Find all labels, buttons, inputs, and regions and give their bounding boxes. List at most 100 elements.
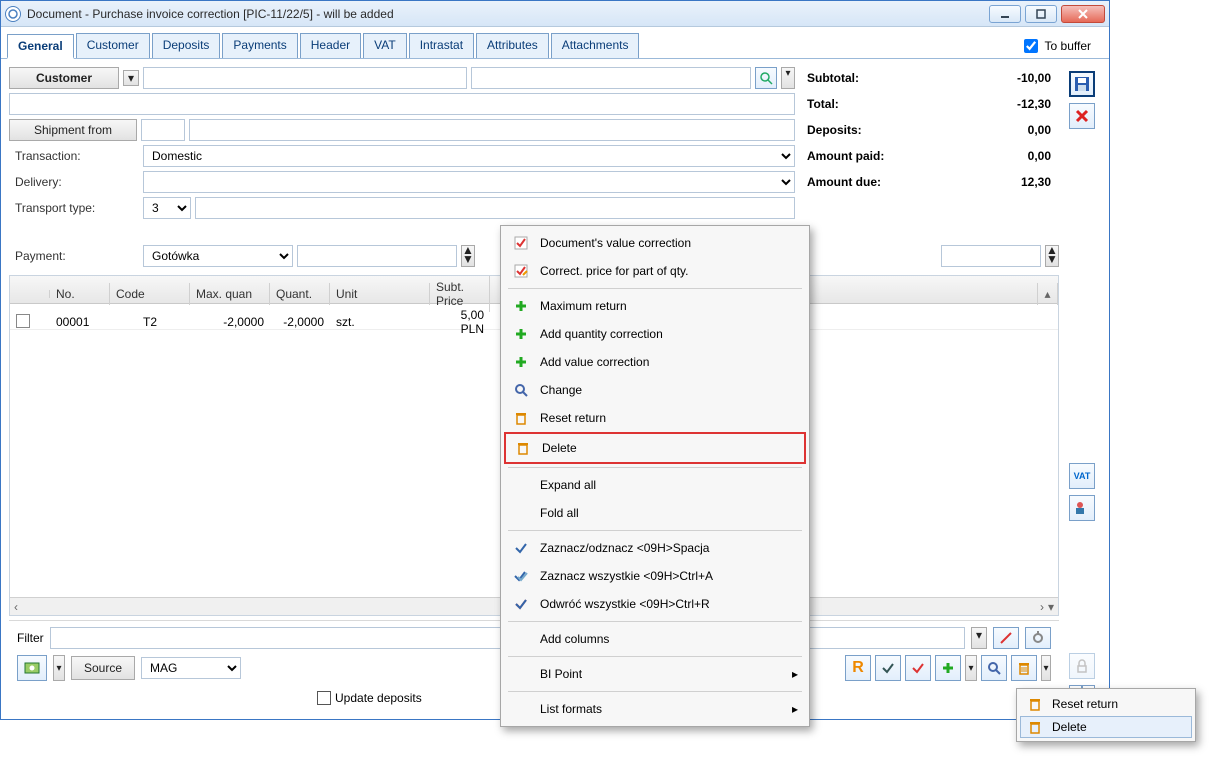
source-button[interactable]: Source — [71, 656, 135, 680]
mi-expand-all[interactable]: Expand all — [504, 471, 806, 499]
payment-days-input[interactable] — [297, 245, 457, 267]
shipment-from-button[interactable]: Shipment from — [9, 119, 137, 141]
mi-odwroc[interactable]: Odwróć wszystkie <09H>Ctrl+R — [504, 590, 806, 618]
save-button[interactable] — [1069, 71, 1095, 97]
lock-button[interactable] — [1069, 653, 1095, 679]
due-label: Amount due: — [807, 175, 881, 189]
close-button[interactable] — [1061, 5, 1105, 23]
total-value: -12,30 — [1017, 97, 1051, 111]
days-stepper[interactable]: ▲▼ — [461, 245, 475, 267]
submenu-arrow-icon: ▸ — [792, 667, 798, 681]
add-button[interactable] — [935, 655, 961, 681]
filter-tools-button[interactable] — [1025, 627, 1051, 649]
mi-add-qty[interactable]: Add quantity correction — [504, 320, 806, 348]
transaction-select[interactable]: Domestic — [143, 145, 795, 167]
tab-attachments[interactable]: Attachments — [551, 33, 640, 58]
money-dropdown[interactable]: ▾ — [53, 655, 65, 681]
transaction-label: Transaction: — [9, 146, 139, 166]
check-double-icon — [512, 567, 530, 585]
transport-code-select[interactable]: 3 — [143, 197, 191, 219]
customer-code-input[interactable] — [143, 67, 467, 89]
mi-max-return[interactable]: Maximum return — [504, 292, 806, 320]
delivery-select[interactable] — [143, 171, 795, 193]
payment-method-select[interactable]: Gotówka — [143, 245, 293, 267]
customer-button[interactable]: Customer — [9, 67, 119, 89]
r-button[interactable]: R — [845, 655, 871, 681]
mi-price-part[interactable]: Correct. price for part of qty. — [504, 257, 806, 285]
col-code[interactable]: Code — [110, 283, 190, 305]
maximize-button[interactable] — [1025, 5, 1057, 23]
row-checkbox[interactable] — [16, 314, 30, 328]
filter-dropdown[interactable]: ▾ — [971, 627, 987, 649]
ship-country-input[interactable] — [189, 119, 795, 141]
tab-deposits[interactable]: Deposits — [152, 33, 221, 58]
col-no[interactable]: No. — [50, 283, 110, 305]
check-invert-icon — [512, 595, 530, 613]
col-unit[interactable]: Unit — [330, 283, 430, 305]
trash-icon — [1028, 720, 1042, 734]
mi-zaznacz[interactable]: Zaznacz/odznacz <09H>Spacja — [504, 534, 806, 562]
mi-change[interactable]: Change — [504, 376, 806, 404]
mi-delete[interactable]: Delete — [504, 432, 806, 464]
subtotal-value: -10,00 — [1017, 71, 1051, 85]
filter-label: Filter — [17, 631, 44, 645]
scroll-up-button[interactable]: ▴ — [1038, 283, 1058, 305]
check-button[interactable] — [875, 655, 901, 681]
mi-zaznacz-all[interactable]: Zaznacz wszystkie <09H>Ctrl+A — [504, 562, 806, 590]
cancel-button[interactable] — [1069, 103, 1095, 129]
mi-add-val[interactable]: Add value correction — [504, 348, 806, 376]
tab-vat[interactable]: VAT — [363, 33, 407, 58]
ship-code-input[interactable] — [141, 119, 185, 141]
to-buffer-checkbox[interactable] — [1024, 39, 1038, 53]
mi-add-columns[interactable]: Add columns — [504, 625, 806, 653]
check-red-icon — [512, 234, 530, 252]
tab-payments[interactable]: Payments — [222, 33, 297, 58]
trash-icon — [1028, 697, 1042, 711]
check-edit-icon — [512, 262, 530, 280]
context-menu: Document's value correction Correct. pri… — [500, 225, 810, 727]
source-select[interactable]: MAG — [141, 657, 241, 679]
date-stepper[interactable]: ▲▼ — [1045, 245, 1059, 267]
customer-dropdown-button[interactable]: ▾ — [123, 70, 139, 86]
delete-row-button[interactable] — [1011, 655, 1037, 681]
customer-city-input[interactable] — [471, 67, 751, 89]
customer-search-button[interactable] — [755, 67, 777, 89]
minimize-button[interactable] — [989, 5, 1021, 23]
col-quant[interactable]: Quant. — [270, 283, 330, 305]
tab-header[interactable]: Header — [300, 33, 361, 58]
mi-list-formats[interactable]: List formats▸ — [504, 695, 806, 723]
paid-label: Amount paid: — [807, 149, 884, 163]
transport-desc-input — [195, 197, 795, 219]
tab-attributes[interactable]: Attributes — [476, 33, 549, 58]
mi-doc-value-correction[interactable]: Document's value correction — [504, 229, 806, 257]
tab-intrastat[interactable]: Intrastat — [409, 33, 474, 58]
person-button[interactable] — [1069, 495, 1095, 521]
payment-date-input[interactable] — [941, 245, 1041, 267]
mi-reset[interactable]: Reset return — [504, 404, 806, 432]
mi-fold-all[interactable]: Fold all — [504, 499, 806, 527]
trash-icon — [512, 409, 530, 427]
vat-button[interactable]: VAT — [1069, 463, 1095, 489]
mini-delete[interactable]: Delete — [1020, 716, 1192, 738]
check-red-button[interactable] — [905, 655, 931, 681]
mini-reset[interactable]: Reset return — [1020, 692, 1192, 716]
money-icon-button[interactable] — [17, 655, 47, 681]
customer-name-input[interactable] — [9, 93, 795, 115]
total-label: Total: — [807, 97, 839, 111]
tab-bar: General Customer Deposits Payments Heade… — [1, 27, 1109, 59]
deposits-label: Deposits: — [807, 123, 862, 137]
tab-customer[interactable]: Customer — [76, 33, 150, 58]
subtotal-label: Subtotal: — [807, 71, 859, 85]
filter-edit-button[interactable] — [993, 627, 1019, 649]
tab-general[interactable]: General — [7, 34, 74, 59]
window-title: Document - Purchase invoice correction [… — [27, 7, 394, 21]
mi-bi-point[interactable]: BI Point▸ — [504, 660, 806, 688]
add-dropdown[interactable]: ▾ — [965, 655, 977, 681]
search-button[interactable] — [981, 655, 1007, 681]
delete-dropdown[interactable]: ▾ — [1041, 655, 1051, 681]
mini-context-menu: Reset return Delete — [1016, 688, 1196, 742]
col-maxq[interactable]: Max. quan — [190, 283, 270, 305]
customer-search-dropdown[interactable]: ▾ — [781, 67, 795, 89]
update-deposits-checkbox[interactable] — [317, 691, 331, 705]
check-blue-icon — [512, 539, 530, 557]
